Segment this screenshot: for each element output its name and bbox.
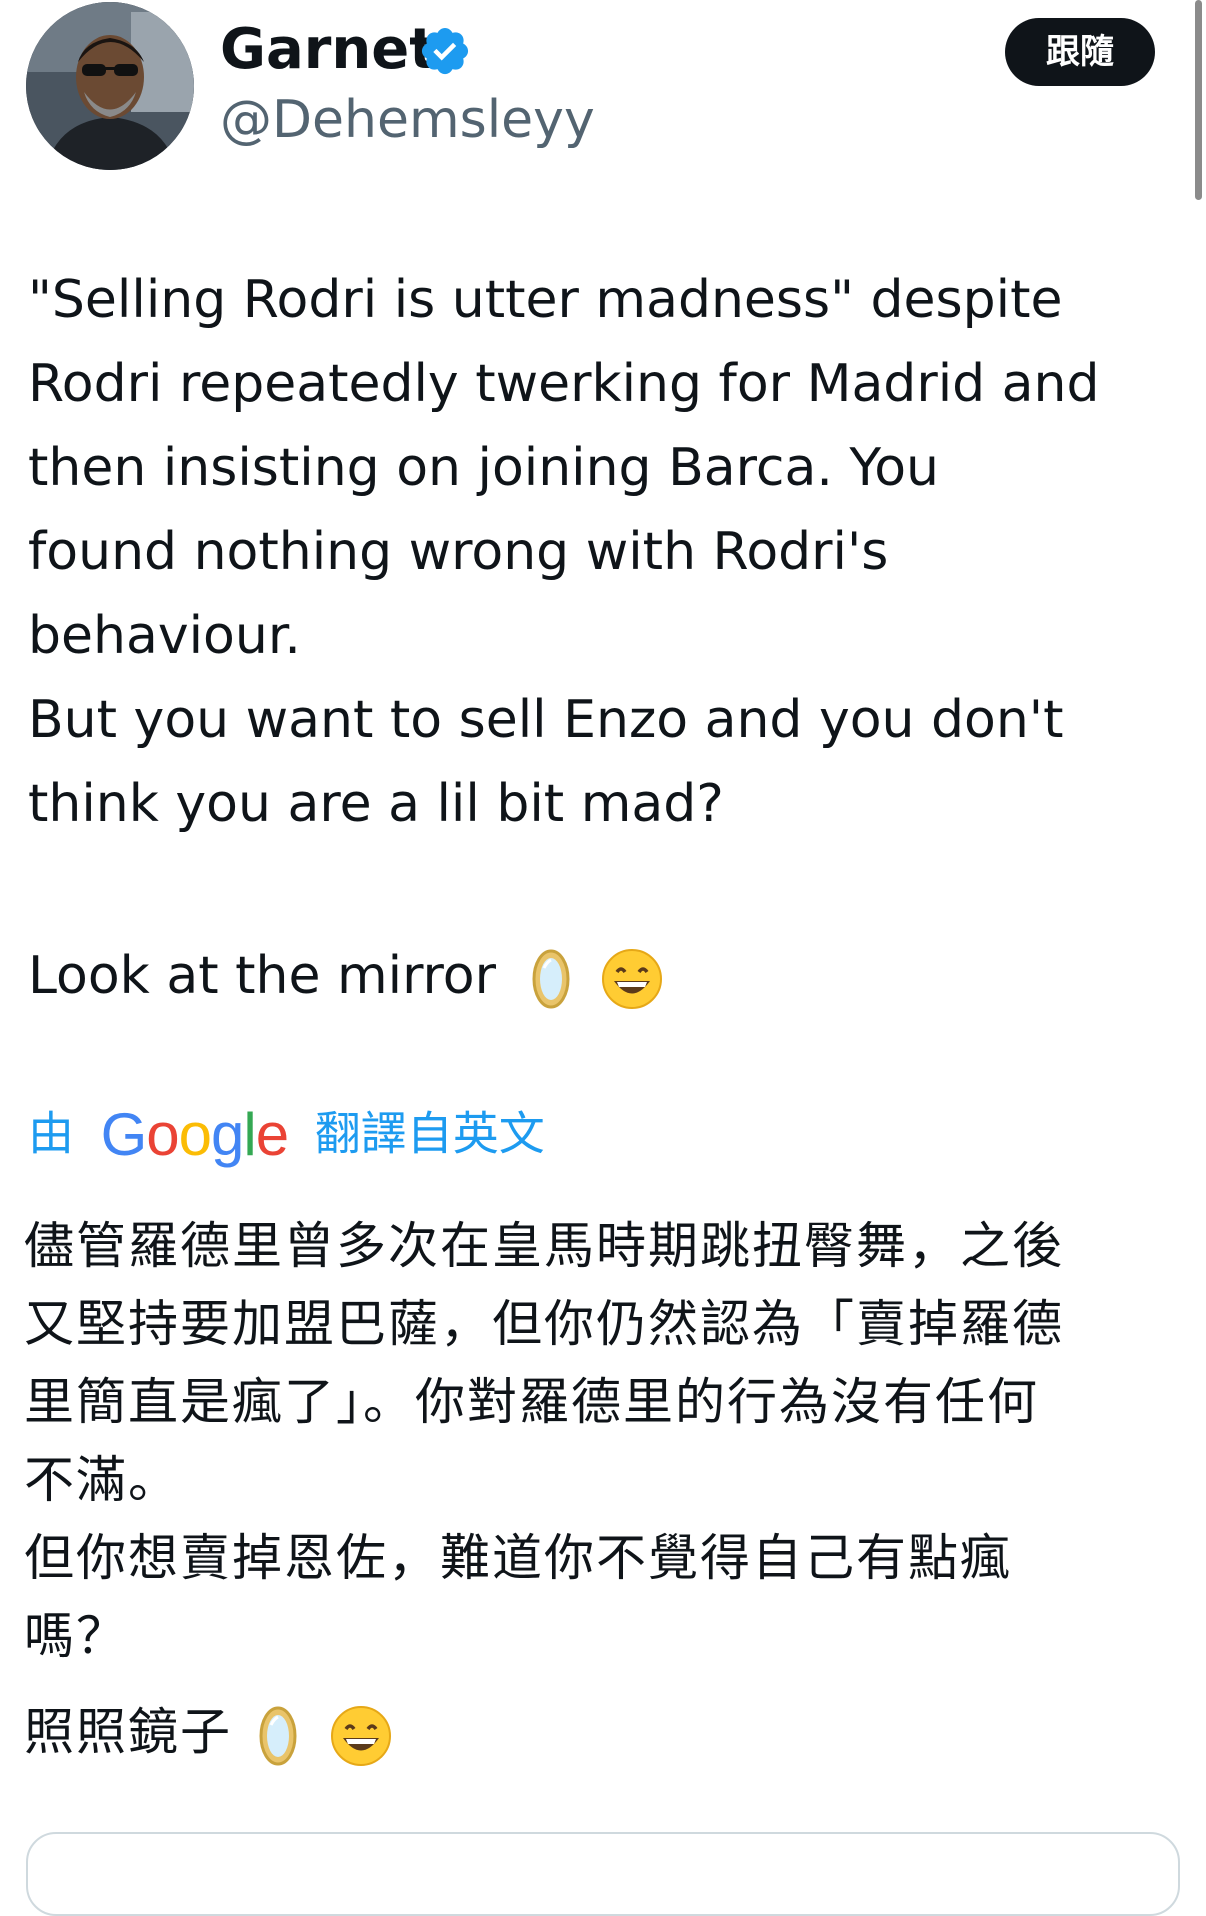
profile-photo: [26, 2, 194, 170]
mirror-emoji: [258, 1705, 298, 1767]
translated-line: 又堅持要加盟巴薩，但你仍然認為「賣掉羅德: [24, 1295, 1064, 1353]
translated-line: 不滿。: [24, 1451, 180, 1509]
translated-mirror-line: 照照鏡子: [24, 1690, 392, 1774]
translated-line: 儘管羅德里曾多次在皇馬時期跳扭臀舞，之後: [24, 1217, 1064, 1275]
tweet-line: "Selling Rodri is utter madness" despite: [28, 270, 1063, 330]
grinning-face-emoji: [330, 1705, 392, 1767]
grinning-face-emoji: [601, 948, 663, 1010]
translation-suffix: 翻譯自英文: [314, 1106, 545, 1161]
tweet-line: But you want to sell Enzo and you don't: [28, 690, 1064, 750]
google-logo: Google: [100, 1101, 290, 1169]
tweet-mirror-line: Look at the mirror: [28, 934, 663, 1018]
tweet-line: Rodri repeatedly twerking for Madrid and: [28, 354, 1100, 414]
user-handle[interactable]: @Dehemsleyy: [220, 84, 595, 156]
tweet-line: then insisting on joining Barca. You: [28, 438, 940, 498]
translated-line: 但你想賣掉恩佐，難道你不覺得自己有點瘋: [24, 1529, 1012, 1587]
tweet-line: behaviour.: [28, 606, 301, 666]
tweet-line: think you are a lil bit mad?: [28, 774, 724, 834]
translated-line: 里簡直是瘋了」。你對羅德里的行為沒有任何: [24, 1373, 1039, 1431]
avatar[interactable]: [26, 2, 194, 170]
translation-attribution-link[interactable]: 由 Google 翻譯自英文: [28, 1090, 545, 1170]
verified-badge-icon: [418, 24, 472, 78]
scrollbar[interactable]: [1195, 0, 1202, 200]
translated-text: 儘管羅德里曾多次在皇馬時期跳扭臀舞，之後 又堅持要加盟巴薩，但你仍然認為「賣掉羅…: [24, 1207, 1184, 1675]
tweet-mirror-text: Look at the mirror: [28, 946, 496, 1006]
follow-button[interactable]: 跟隨: [1005, 18, 1155, 86]
embedded-card[interactable]: [26, 1832, 1180, 1916]
tweet-line: found nothing wrong with Rodri's: [28, 522, 889, 582]
display-name[interactable]: Garnet: [220, 14, 436, 86]
tweet-text: "Selling Rodri is utter madness" despite…: [28, 258, 1188, 846]
translated-line: 嗎？: [24, 1607, 128, 1665]
mirror-emoji: [531, 948, 571, 1010]
translation-prefix: 由: [28, 1106, 74, 1161]
translated-mirror-text: 照照鏡子: [24, 1703, 232, 1761]
